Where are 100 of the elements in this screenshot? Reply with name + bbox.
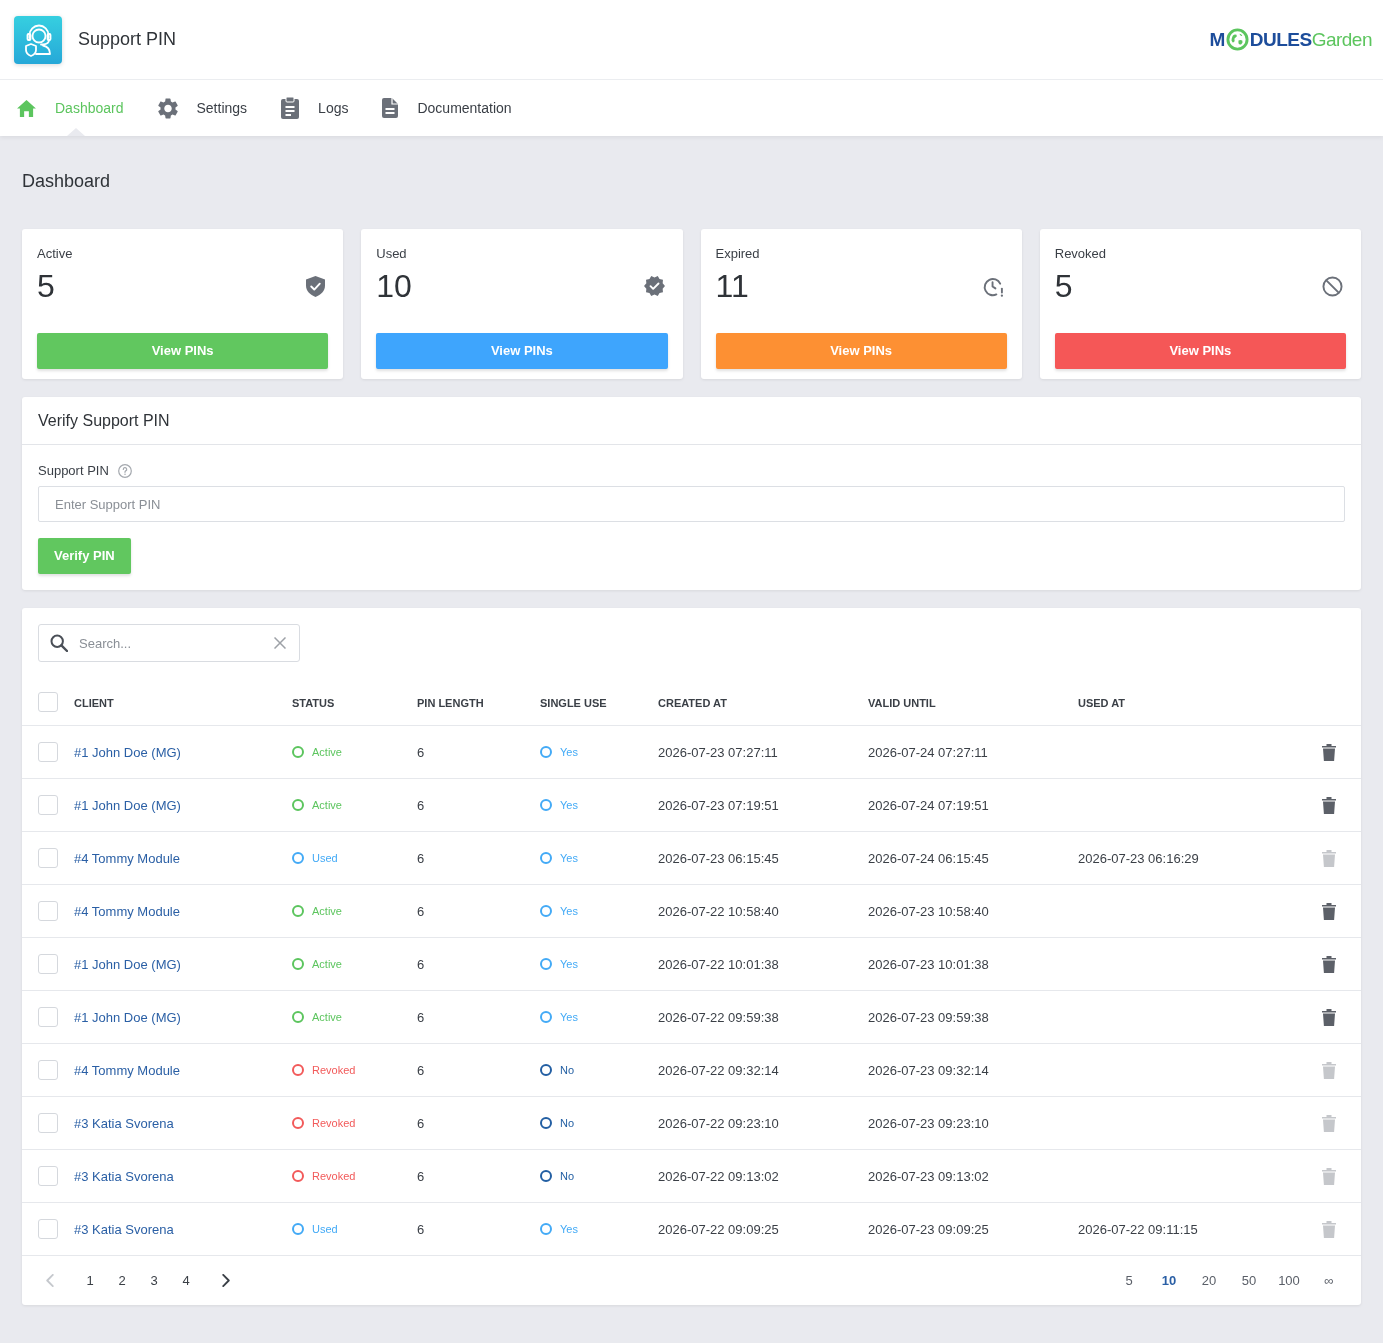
status-label: Active [312,903,342,919]
single-use-label: No [560,1168,575,1184]
status-label: Active [312,1009,342,1025]
close-icon[interactable] [274,637,286,649]
single-use-label: Yes [560,1221,578,1237]
created-date: 2026-07-23 07:27:11 [658,745,778,760]
select-all-checkbox[interactable] [38,692,58,712]
page-button[interactable]: 4 [170,1264,202,1297]
trash-icon[interactable] [1322,1008,1336,1026]
single-use-label: Yes [560,744,578,760]
trash-icon[interactable] [1322,796,1336,814]
status-label: Active [312,797,342,813]
row-checkbox[interactable] [38,901,58,921]
page-button[interactable]: 1 [74,1264,106,1297]
logo-letter: M [1209,30,1225,49]
page-size-option[interactable]: ∞ [1309,1264,1349,1297]
column-header: CLIENT [74,697,114,709]
pin-length: 6 [417,1063,425,1078]
client-link[interactable]: #3 Katia Svorena [74,1169,174,1184]
page-button[interactable]: 3 [138,1264,170,1297]
valid-until-date: 2026-07-23 09:09:25 [868,1222,989,1237]
page-size-option[interactable]: 20 [1189,1264,1229,1297]
client-link[interactable]: #1 John Doe (MG) [74,1010,181,1025]
pin-length: 6 [417,1222,425,1237]
headset-agent-icon [14,15,62,64]
help-icon[interactable] [117,464,132,478]
chevron-left-icon [46,1274,54,1287]
row-checkbox[interactable] [38,742,58,762]
valid-until-date: 2026-07-23 09:23:10 [868,1116,989,1131]
status-label: Revoked [312,1168,356,1184]
page-size-option[interactable]: 50 [1229,1264,1269,1297]
search-field[interactable]: Search... [38,624,300,662]
single-use-label: Yes [560,850,578,866]
row-checkbox[interactable] [38,1219,58,1239]
status-label: Used [312,1221,338,1237]
nav-tab[interactable]: Documentation [382,80,512,136]
pin-length: 6 [417,1169,425,1184]
ban-icon [1322,275,1343,297]
search-icon [50,634,68,652]
pin-length: 6 [417,745,425,760]
single-use-label: Yes [560,797,578,813]
valid-until-date: 2026-07-23 09:59:38 [868,1010,989,1025]
valid-until-date: 2026-07-24 07:19:51 [868,798,989,813]
stat-value: 11 [715,268,749,304]
support-pin-input[interactable]: Enter Support PIN [38,486,1345,522]
stat-value: 10 [376,268,412,304]
row-checkbox[interactable] [38,1113,58,1133]
page-button[interactable]: 2 [106,1264,138,1297]
valid-until-date: 2026-07-23 09:13:02 [868,1169,989,1184]
client-link[interactable]: #1 John Doe (MG) [74,957,181,972]
field-label: Support PIN [38,462,109,481]
tab-pointer-icon [67,128,85,136]
page-size-option[interactable]: 10 [1149,1264,1189,1297]
valid-until-date: 2026-07-23 09:32:14 [868,1063,989,1078]
shield-check-icon [306,275,326,297]
pin-length: 6 [417,798,425,813]
used-date: 2026-07-23 06:16:29 [1078,851,1199,866]
created-date: 2026-07-22 09:59:38 [658,1010,779,1025]
row-checkbox[interactable] [38,1007,58,1027]
trash-icon[interactable] [1322,743,1336,761]
created-date: 2026-07-23 07:19:51 [658,798,779,813]
stat-label: Active [37,245,74,263]
client-link[interactable]: #1 John Doe (MG) [74,798,181,813]
client-link[interactable]: #4 Tommy Module [74,1063,180,1078]
client-link[interactable]: #3 Katia Svorena [74,1116,174,1131]
logo-wordmark: DULESGarden [1249,30,1372,49]
pin-length: 6 [417,904,425,919]
column-header: PIN LENGTH [417,697,484,709]
row-checkbox[interactable] [38,954,58,974]
chevron-right-icon [222,1274,230,1287]
client-link[interactable]: #4 Tommy Module [74,904,180,919]
client-link[interactable]: #4 Tommy Module [74,851,180,866]
used-date: 2026-07-22 09:11:15 [1078,1222,1198,1237]
column-header: CREATED AT [658,697,727,709]
row-checkbox[interactable] [38,1166,58,1186]
created-date: 2026-07-22 10:01:38 [658,957,779,972]
house-icon [17,99,36,117]
pin-length: 6 [417,957,425,972]
trash-icon[interactable] [1322,955,1336,973]
stat-label: Expired [715,245,761,263]
nav-tab[interactable]: Logs [281,80,349,136]
row-checkbox[interactable] [38,1060,58,1080]
status-label: Active [312,744,342,760]
client-link[interactable]: #3 Katia Svorena [74,1222,174,1237]
status-label: Revoked [312,1115,356,1131]
trash-icon[interactable] [1322,902,1336,920]
gear-icon [157,97,178,119]
stat-value: 5 [37,268,55,304]
clock-alert-icon [982,275,1004,297]
row-checkbox[interactable] [38,848,58,868]
status-label: Used [312,850,338,866]
page-size-option[interactable]: 5 [1109,1264,1149,1297]
single-use-label: No [560,1062,575,1078]
page-size-option[interactable]: 100 [1269,1264,1309,1297]
client-link[interactable]: #1 John Doe (MG) [74,745,181,760]
single-use-label: No [560,1115,575,1131]
nav-tab[interactable]: Settings [157,80,248,136]
page-title: Dashboard [22,170,112,193]
row-checkbox[interactable] [38,795,58,815]
pin-length: 6 [417,1010,425,1025]
